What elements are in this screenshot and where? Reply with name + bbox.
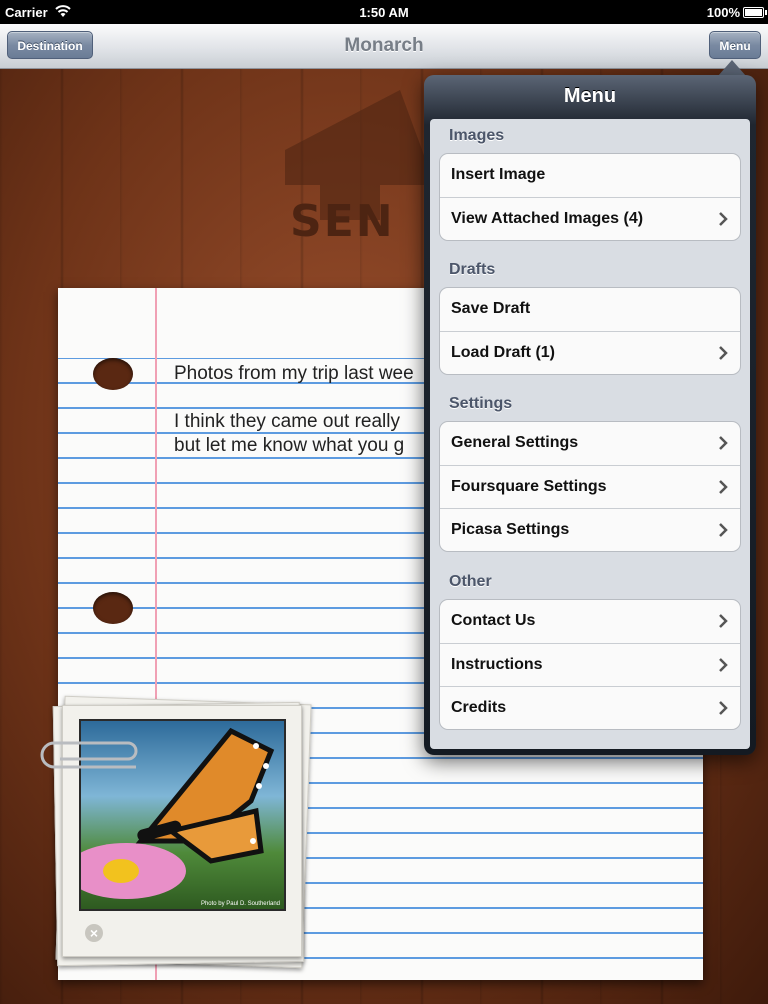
section-header-settings: Settings bbox=[449, 395, 513, 412]
paperclip-icon bbox=[40, 741, 138, 769]
menu-item-label: View Attached Images (4) bbox=[451, 210, 644, 227]
menu-item-contact-us[interactable]: Contact Us bbox=[440, 600, 740, 643]
section-header-images: Images bbox=[449, 127, 505, 144]
menu-item-picasa-settings[interactable]: Picasa Settings bbox=[440, 508, 740, 551]
menu-item-foursquare-settings[interactable]: Foursquare Settings bbox=[440, 465, 740, 508]
note-line: I think they came out really bbox=[174, 411, 400, 432]
photo-credit: Photo by Paul D. Southerland bbox=[200, 901, 280, 907]
chevron-right-icon bbox=[719, 701, 728, 715]
group-images: Insert Image View Attached Images (4) bbox=[439, 153, 741, 241]
section-header-other: Other bbox=[449, 573, 492, 590]
menu-item-label: Instructions bbox=[451, 656, 543, 673]
menu-title: Menu bbox=[563, 85, 617, 107]
popover-arrow bbox=[718, 60, 746, 76]
menu-list: Images Insert Image View Attached Images… bbox=[430, 119, 750, 749]
punch-hole bbox=[93, 592, 133, 624]
section-header-drafts: Drafts bbox=[449, 261, 496, 278]
menu-item-label: General Settings bbox=[451, 434, 579, 451]
menu-item-general-settings[interactable]: General Settings bbox=[440, 422, 740, 465]
clock: 1:50 AM bbox=[359, 5, 409, 20]
menu-popover: Menu Images Insert Image View Attached I… bbox=[424, 75, 756, 755]
menu-item-label: Insert Image bbox=[451, 166, 546, 183]
menu-item-label: Foursquare Settings bbox=[451, 478, 607, 495]
menu-item-instructions[interactable]: Instructions bbox=[440, 643, 740, 686]
menu-item-label: Load Draft (1) bbox=[451, 344, 555, 361]
remove-photo-button[interactable]: × bbox=[85, 924, 103, 942]
menu-button[interactable]: Menu bbox=[709, 31, 761, 59]
menu-item-insert-image[interactable]: Insert Image bbox=[440, 154, 740, 197]
group-drafts: Save Draft Load Draft (1) bbox=[439, 287, 741, 375]
menu-item-label: Credits bbox=[451, 699, 507, 716]
send-logo-text: SEN bbox=[290, 196, 395, 247]
chevron-right-icon bbox=[719, 614, 728, 628]
note-line: Photos from my trip last wee bbox=[174, 363, 414, 384]
punch-hole bbox=[93, 358, 133, 390]
menu-item-label: Picasa Settings bbox=[451, 521, 570, 538]
group-settings: General Settings Foursquare Settings Pic… bbox=[439, 421, 741, 552]
navigation-bar: Destination Monarch Menu bbox=[0, 24, 768, 69]
group-other: Contact Us Instructions Credits bbox=[439, 599, 741, 730]
battery-percent: 100% bbox=[706, 5, 740, 20]
menu-item-label: Contact Us bbox=[451, 612, 536, 629]
chevron-right-icon bbox=[719, 212, 728, 226]
page-title: Monarch bbox=[344, 35, 424, 56]
chevron-right-icon bbox=[719, 436, 728, 450]
chevron-right-icon bbox=[719, 523, 728, 537]
menu-item-credits[interactable]: Credits bbox=[440, 686, 740, 729]
menu-item-view-attached-images[interactable]: View Attached Images (4) bbox=[440, 197, 740, 240]
chevron-right-icon bbox=[719, 346, 728, 360]
menu-item-label: Save Draft bbox=[451, 300, 531, 317]
chevron-right-icon bbox=[719, 480, 728, 494]
chevron-right-icon bbox=[719, 658, 728, 672]
menu-item-load-draft[interactable]: Load Draft (1) bbox=[440, 331, 740, 374]
battery-icon bbox=[743, 7, 767, 18]
menu-item-save-draft[interactable]: Save Draft bbox=[440, 288, 740, 331]
note-line: but let me know what you g bbox=[174, 435, 405, 456]
status-bar: Carrier 1:50 AM 100% bbox=[0, 0, 768, 24]
